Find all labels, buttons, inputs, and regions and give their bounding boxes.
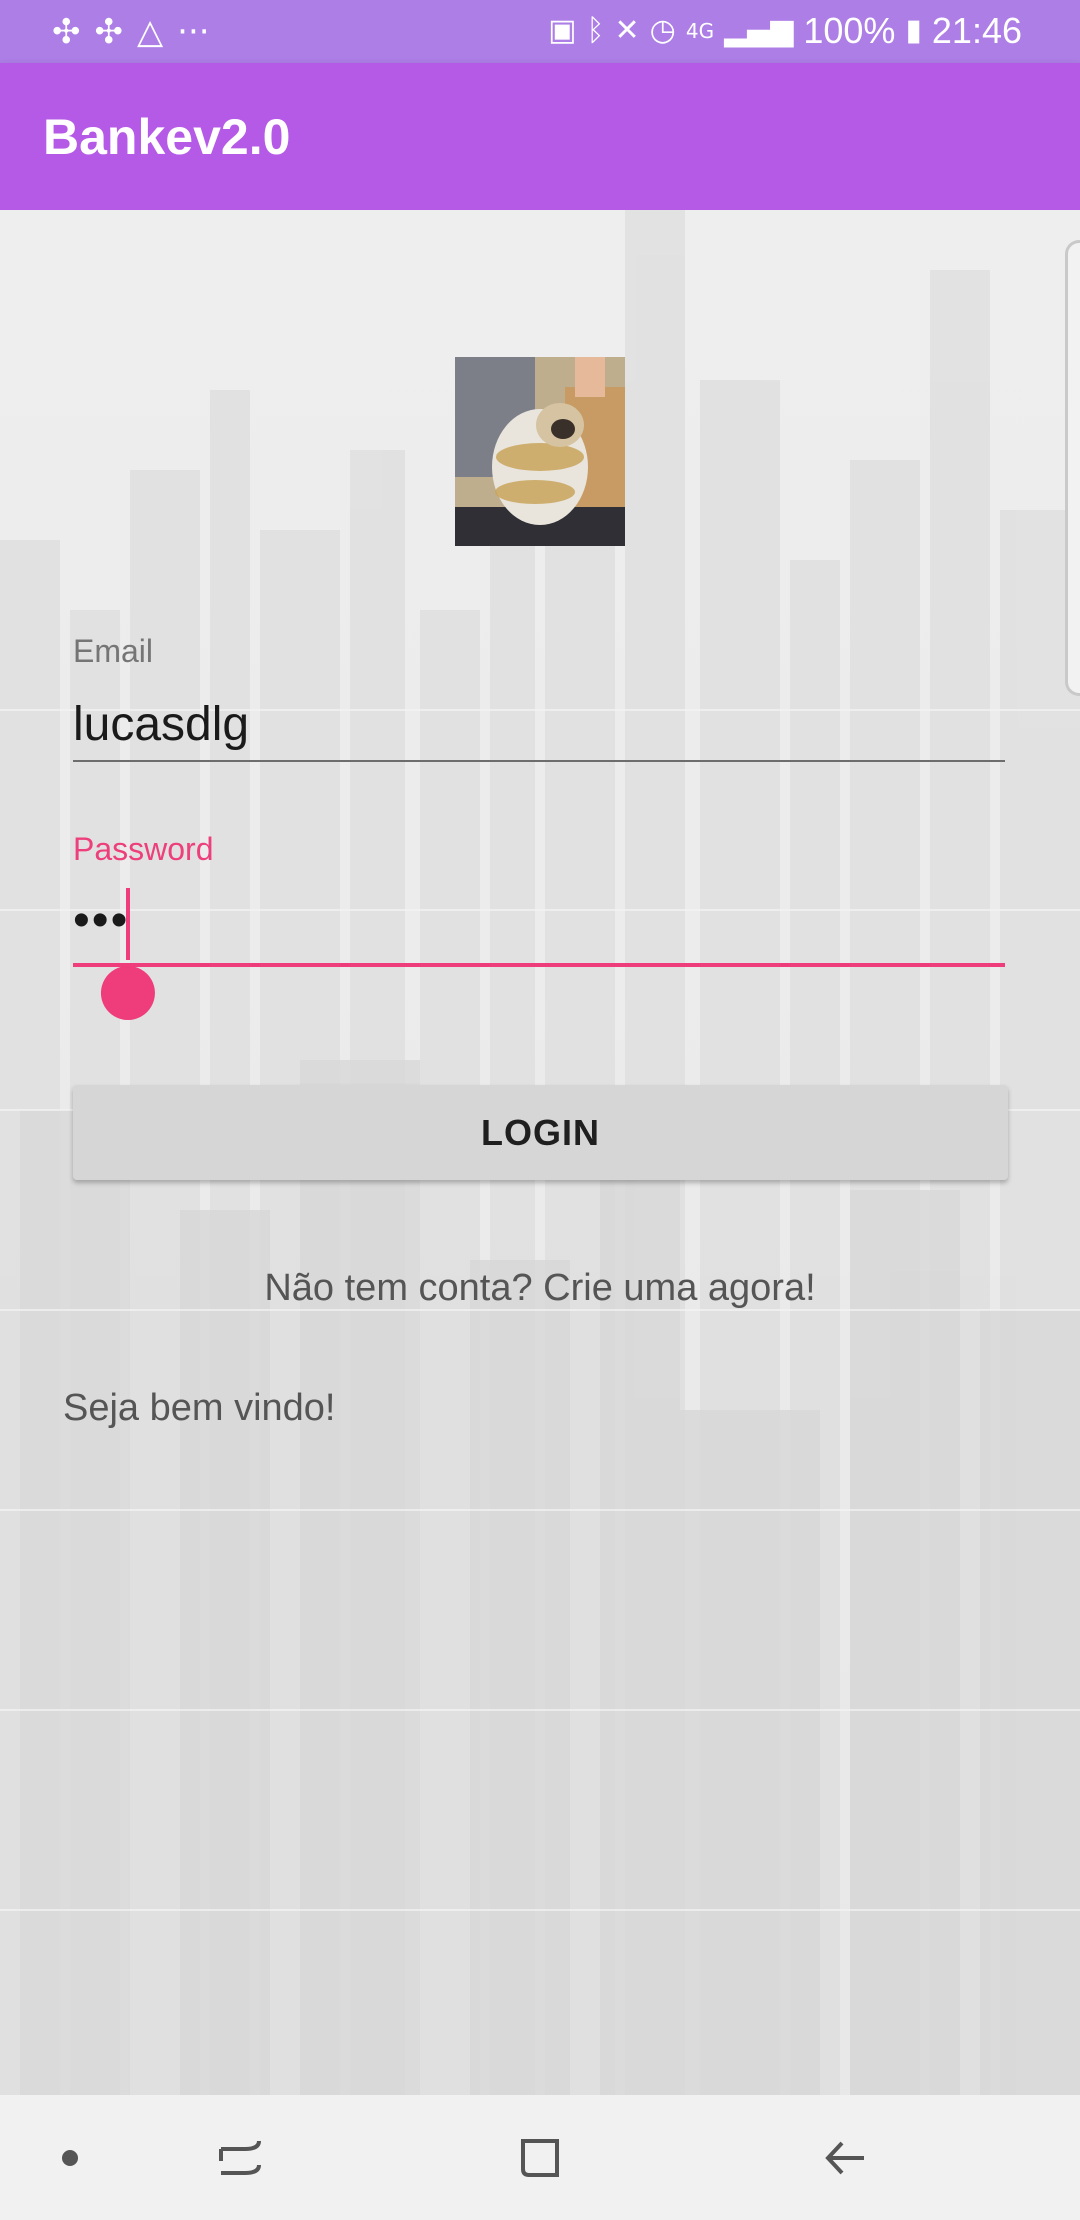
signup-link[interactable]: Não tem conta? Crie uma agora! bbox=[0, 1263, 1080, 1313]
app-title: Bankev2.0 bbox=[43, 109, 291, 165]
password-label: Password bbox=[73, 831, 214, 867]
pinwheel-icon: ✣ bbox=[94, 12, 124, 52]
scroll-edge-indicator bbox=[1065, 240, 1080, 696]
cursor-handle[interactable] bbox=[101, 962, 155, 1020]
navigation-bar bbox=[0, 2095, 1080, 2220]
home-icon[interactable] bbox=[495, 2095, 585, 2220]
alarm-icon: ◷ bbox=[649, 13, 676, 48]
welcome-text: Seja bem vindo! bbox=[63, 1387, 336, 1429]
4g-icon: 4G bbox=[685, 19, 715, 43]
password-field[interactable]: ••• bbox=[73, 888, 1005, 967]
back-icon[interactable] bbox=[800, 2095, 890, 2220]
pinwheel-icon: ✣ bbox=[52, 12, 81, 52]
pug-photo bbox=[455, 357, 625, 546]
sim-icon: ▣ bbox=[548, 13, 577, 48]
bluetooth-icon: ᛒ bbox=[586, 13, 605, 48]
dot-icon[interactable] bbox=[30, 2095, 110, 2220]
battery-icon: ▮ bbox=[905, 13, 922, 48]
status-left-icons: ✣ ✣ △ ··· bbox=[52, 12, 210, 52]
avatar bbox=[455, 357, 625, 546]
text-cursor bbox=[126, 888, 130, 960]
more-icon: ··· bbox=[177, 12, 210, 52]
signal-icon: ▂▄▆ bbox=[724, 13, 794, 48]
battery-percent: 100% bbox=[803, 10, 896, 51]
status-right-icons: ▣ ᛒ ✕ ◷ 4G ▂▄▆ 100% ▮ 21:46 bbox=[548, 10, 1022, 52]
login-button[interactable]: LOGIN bbox=[73, 1085, 1008, 1180]
app-bar: Bankev2.0 bbox=[0, 63, 1080, 210]
mute-icon: ✕ bbox=[614, 13, 640, 48]
recents-icon[interactable] bbox=[195, 2095, 285, 2220]
clock: 21:46 bbox=[931, 10, 1022, 51]
email-label: Email bbox=[73, 633, 154, 669]
status-bar: ✣ ✣ △ ··· ▣ ᛒ ✕ ◷ 4G ▂▄▆ 100% ▮ 21:46 bbox=[0, 0, 1080, 63]
email-field[interactable]: lucasdlg bbox=[73, 690, 1005, 762]
triangle-a-icon: △ bbox=[137, 12, 164, 52]
